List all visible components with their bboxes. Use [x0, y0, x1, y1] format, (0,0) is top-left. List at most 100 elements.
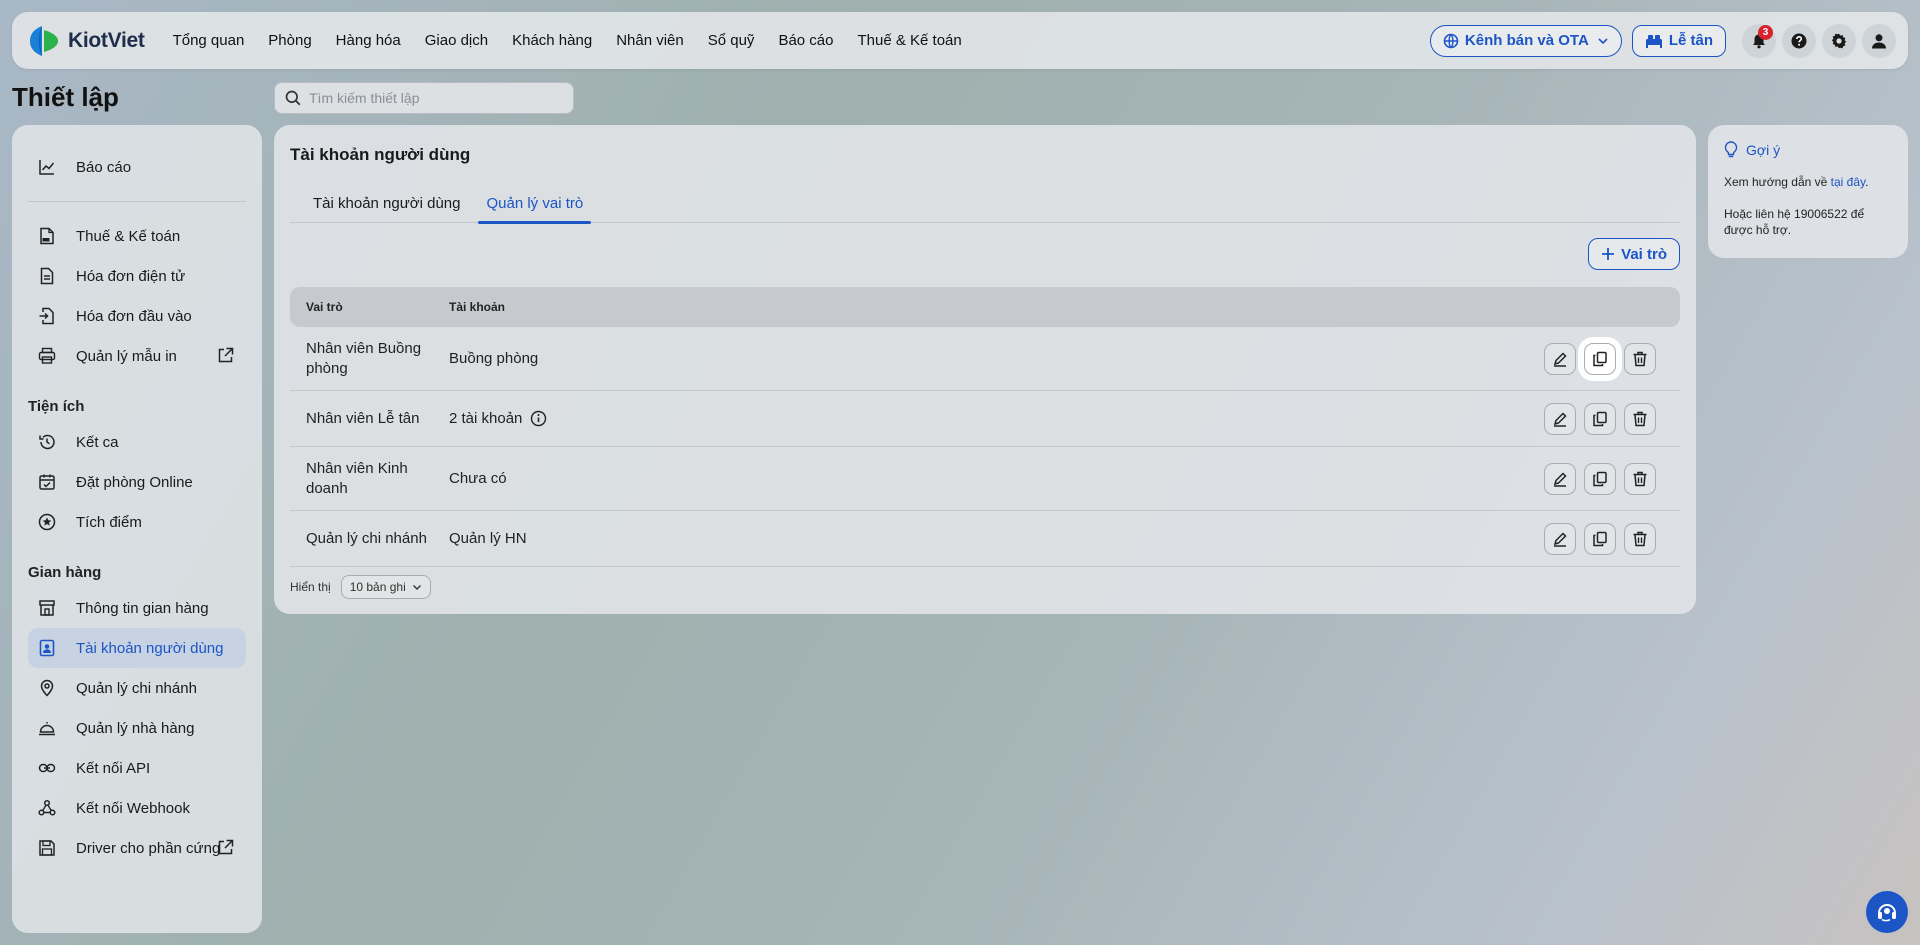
edit-button[interactable] — [1544, 342, 1576, 375]
external-link-icon — [217, 347, 234, 368]
header-account: Tài khoản — [449, 300, 506, 314]
reception-button[interactable]: Lễ tân — [1631, 24, 1726, 57]
bed-icon — [1645, 34, 1662, 48]
add-role-button[interactable]: Vai trò — [1588, 238, 1680, 270]
hint-guide-prefix: Xem hướng dẫn về — [1724, 175, 1831, 189]
external-link-icon — [217, 839, 234, 860]
help-icon — [1791, 33, 1807, 48]
sidebar-item-hardware-driver[interactable]: Driver cho phần cứng — [28, 828, 246, 868]
sidebar-item-store-info[interactable]: Thông tin gian hàng — [28, 588, 246, 628]
edit-button[interactable] — [1544, 462, 1576, 495]
info-icon[interactable] — [530, 410, 547, 427]
nav-customers[interactable]: Khách hàng — [512, 32, 592, 49]
hint-guide-link[interactable]: tại đây — [1831, 175, 1865, 189]
delete-button[interactable] — [1624, 462, 1656, 495]
role-accounts: Chưa có — [449, 470, 1536, 487]
nav-reports[interactable]: Báo cáo — [778, 32, 833, 49]
pencil-icon — [1553, 471, 1567, 487]
chevron-down-icon — [412, 585, 421, 590]
copy-button[interactable] — [1584, 342, 1616, 375]
copy-icon — [1593, 531, 1607, 546]
hint-title: Gợi ý — [1724, 141, 1892, 158]
tab-role-management[interactable]: Quản lý vai trò — [478, 183, 591, 224]
logo[interactable]: KiotViet — [28, 24, 145, 58]
trash-icon — [1633, 471, 1647, 486]
tab-bar: Tài khoản người dùng Quản lý vai trò — [290, 183, 1680, 224]
edit-button[interactable] — [1544, 402, 1576, 435]
search-input[interactable] — [309, 90, 559, 106]
sidebar-item-label: Kết ca — [76, 433, 119, 451]
search-icon — [285, 90, 301, 106]
sidebar-item-label: Hóa đơn đầu vào — [76, 307, 192, 325]
nav-rooms[interactable]: Phòng — [268, 32, 311, 49]
tab-user-accounts[interactable]: Tài khoản người dùng — [305, 183, 468, 223]
nav-overview[interactable]: Tổng quan — [173, 32, 245, 49]
settings-search[interactable] — [274, 82, 574, 114]
calendar-check-icon — [38, 473, 56, 491]
sidebar-item-label: Quản lý chi nhánh — [76, 679, 197, 697]
location-pin-icon — [38, 679, 56, 697]
chart-line-icon — [38, 158, 56, 176]
nav-cashbook[interactable]: Sổ quỹ — [708, 32, 755, 49]
sidebar-item-restaurants[interactable]: Quản lý nhà hàng — [28, 708, 246, 748]
delete-button[interactable] — [1624, 522, 1656, 555]
hint-title-text: Gợi ý — [1746, 141, 1781, 158]
role-accounts-text: Chưa có — [449, 470, 507, 487]
top-right-actions: Kênh bán và OTA Lễ tân 3 — [1429, 23, 1896, 58]
role-accounts-text: Quản lý HN — [449, 530, 527, 547]
chevron-down-icon — [1598, 37, 1608, 44]
app-name: KiotViet — [68, 28, 145, 52]
sidebar-item-e-invoice[interactable]: Hóa đơn điện tử — [28, 256, 246, 296]
sidebar-item-webhook[interactable]: Kết nối Webhook — [28, 788, 246, 828]
role-name: Nhân viên Buồng phòng — [306, 339, 422, 377]
copy-button[interactable] — [1584, 522, 1616, 555]
sidebar-item-loyalty-points[interactable]: Tích điểm — [28, 502, 246, 542]
sidebar-item-print-templates[interactable]: Quản lý mẫu in — [28, 336, 246, 376]
sidebar-item-label: Thông tin gian hàng — [76, 599, 209, 617]
nav-tax-accounting[interactable]: Thuế & Kế toán — [857, 32, 961, 49]
nav-transactions[interactable]: Giao dịch — [425, 32, 488, 49]
support-chat-button[interactable] — [1866, 891, 1908, 933]
copy-button[interactable] — [1584, 402, 1616, 435]
settings-button[interactable] — [1822, 23, 1856, 58]
sidebar-item-branches[interactable]: Quản lý chi nhánh — [28, 668, 246, 708]
sidebar-item-user-accounts[interactable]: Tài khoản người dùng — [28, 628, 246, 668]
sidebar-item-input-invoice[interactable]: Hóa đơn đầu vào — [28, 296, 246, 336]
sales-channel-button[interactable]: Kênh bán và OTA — [1429, 24, 1622, 57]
sidebar-item-label: Thuế & Kế toán — [76, 227, 181, 245]
sidebar-item-online-booking[interactable]: Đặt phòng Online — [28, 462, 246, 502]
sidebar-item-api[interactable]: Kết nối API — [28, 748, 246, 788]
notification-button[interactable]: 3 — [1742, 23, 1776, 58]
roles-table: Vai trò Tài khoản Nhân viên Buồng phòng … — [290, 287, 1680, 567]
sidebar-item-shift-close[interactable]: Kết ca — [28, 422, 246, 462]
page-size-select[interactable]: 10 bản ghi — [340, 575, 431, 599]
table-row: Nhân viên Kinh doanh Chưa có — [290, 447, 1680, 511]
sidebar-item-label: Tích điểm — [76, 513, 142, 531]
delete-button[interactable] — [1624, 342, 1656, 375]
sidebar-item-label: Quản lý nhà hàng — [76, 719, 195, 737]
help-button[interactable] — [1782, 23, 1816, 58]
table-header: Vai trò Tài khoản — [290, 287, 1680, 327]
hint-guide-suffix: . — [1865, 175, 1869, 189]
delete-button[interactable] — [1624, 402, 1656, 435]
account-button[interactable] — [1862, 23, 1896, 58]
role-accounts: Buồng phòng — [449, 350, 1536, 367]
sidebar-item-label: Báo cáo — [76, 158, 132, 176]
kiotviet-logo-icon — [28, 24, 60, 58]
role-accounts: Quản lý HN — [449, 530, 1536, 547]
add-role-label: Vai trò — [1621, 245, 1667, 263]
copy-button[interactable] — [1584, 462, 1616, 495]
gear-icon — [1831, 33, 1847, 48]
copy-icon — [1593, 411, 1607, 426]
notification-badge: 3 — [1758, 24, 1773, 40]
nav-staff[interactable]: Nhân viên — [616, 32, 684, 49]
sidebar-item-label: Quản lý mẫu in — [76, 347, 177, 365]
trash-icon — [1633, 531, 1647, 546]
nav-goods[interactable]: Hàng hóa — [336, 32, 401, 49]
sidebar-item-tax-accounting[interactable]: Thuế & Kế toán — [28, 216, 246, 256]
sidebar-heading-store: Gian hàng — [28, 563, 102, 581]
sidebar-item-label: Kết nối API — [76, 759, 151, 777]
edit-button[interactable] — [1544, 522, 1576, 555]
sidebar-item-report[interactable]: Báo cáo — [28, 147, 246, 187]
sidebar-item-label: Đặt phòng Online — [76, 473, 193, 491]
